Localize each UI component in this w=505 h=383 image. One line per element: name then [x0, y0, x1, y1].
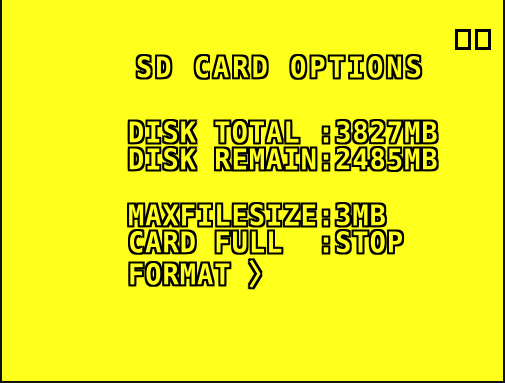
format-menu-item[interactable]: FORMAT 〉 — [59, 233, 277, 318]
osd-screen: SD CARD OPTIONS DISK TOTAL :3827MB DISK … — [0, 0, 505, 383]
card-full-separator: : — [317, 227, 336, 260]
chevron-right-icon[interactable]: 〉 — [249, 259, 277, 292]
menu-title-text: SD CARD OPTIONS — [136, 52, 425, 85]
disk-remain-value: 2485MB — [335, 144, 439, 177]
format-label: FORMAT — [128, 259, 232, 292]
box-icon — [475, 29, 491, 50]
status-boxes — [455, 29, 491, 50]
disk-remain-label: DISK REMAIN — [128, 144, 318, 177]
card-full-value[interactable]: STOP — [335, 227, 404, 260]
box-icon — [455, 29, 471, 50]
disk-remain-separator: : — [317, 144, 336, 177]
